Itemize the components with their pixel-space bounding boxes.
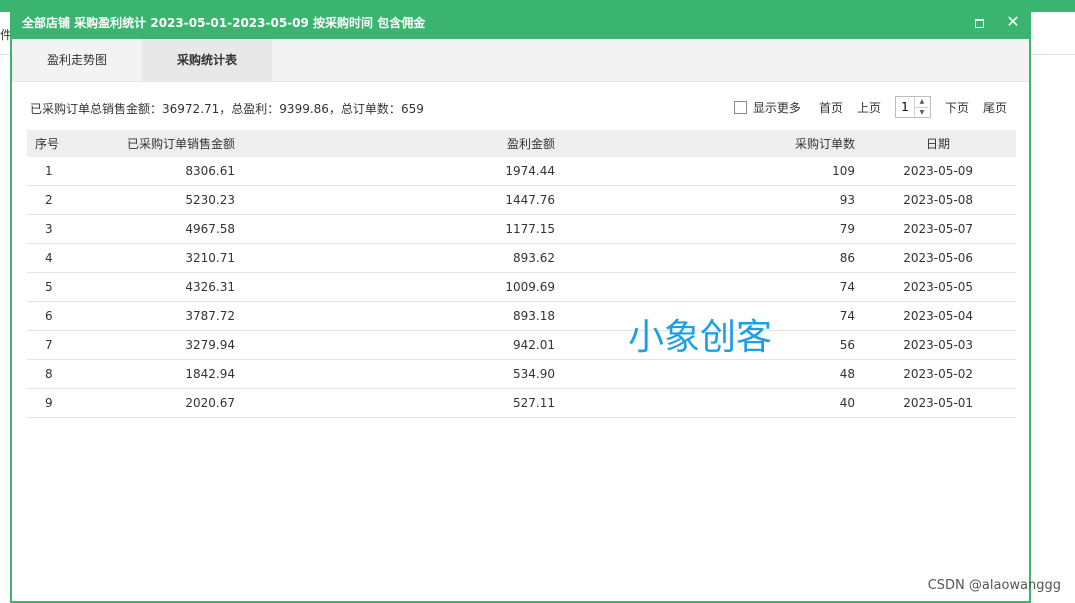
maximize-icon [975, 19, 984, 28]
page-number-stepper[interactable]: ▲ ▼ [894, 96, 931, 118]
table-row[interactable]: 9 2020.67 527.11 40 2023-05-01 [27, 389, 1016, 418]
cell-date: 2023-05-09 [903, 164, 973, 178]
csdn-watermark: CSDN @alaowanggg [927, 578, 1061, 593]
table-row[interactable]: 3 4967.58 1177.15 79 2023-05-07 [27, 215, 1016, 244]
spin-up-icon[interactable]: ▲ [914, 97, 929, 108]
cell-date: 2023-05-06 [903, 251, 973, 265]
show-more-label[interactable]: 显示更多 [753, 99, 801, 116]
cell-index: 3 [45, 222, 53, 236]
cell-profit: 534.90 [513, 367, 555, 381]
cell-date: 2023-05-08 [903, 193, 973, 207]
close-icon: ✕ [1006, 12, 1020, 31]
pager: 显示更多 首页 上页 ▲ ▼ 下页 尾页 [733, 96, 1007, 118]
table-row[interactable]: 2 5230.23 1447.76 93 2023-05-08 [27, 186, 1016, 215]
table-row[interactable]: 5 4326.31 1009.69 74 2023-05-05 [27, 273, 1016, 302]
cell-sales: 4326.31 [185, 280, 235, 294]
tab-purchase-stats[interactable]: 采购统计表 [142, 39, 272, 81]
table-header: 序号 已采购订单销售金额 盈利金额 采购订单数 日期 [27, 130, 1016, 157]
cell-sales: 3787.72 [185, 309, 235, 323]
cell-sales: 8306.61 [185, 164, 235, 178]
cell-profit: 942.01 [513, 338, 555, 352]
cell-sales: 5230.23 [185, 193, 235, 207]
cell-profit: 1447.76 [505, 193, 555, 207]
prev-page-button[interactable]: 上页 [857, 99, 881, 116]
cell-profit: 893.18 [513, 309, 555, 323]
cell-orders: 40 [839, 396, 855, 410]
cell-index: 4 [45, 251, 53, 265]
cell-sales: 3210.71 [185, 251, 235, 265]
spin-down-icon[interactable]: ▼ [915, 108, 929, 118]
table-row[interactable]: 8 1842.94 534.90 48 2023-05-02 [27, 360, 1016, 389]
cell-date: 2023-05-07 [903, 222, 973, 236]
cell-date: 2023-05-02 [903, 367, 973, 381]
column-header-date[interactable]: 日期 [855, 135, 1016, 152]
summary-sales-value: 36972.71 [162, 102, 220, 116]
cell-index: 2 [45, 193, 53, 207]
table-row[interactable]: 6 3787.72 893.18 74 2023-05-04 [27, 302, 1016, 331]
cell-sales: 1842.94 [185, 367, 235, 381]
cell-profit: 1177.15 [505, 222, 555, 236]
column-header-profit[interactable]: 盈利金额 [245, 135, 555, 152]
cell-orders: 48 [839, 367, 855, 381]
cell-index: 9 [45, 396, 53, 410]
cell-index: 5 [45, 280, 53, 294]
cell-profit: 1009.69 [505, 280, 555, 294]
summary-sales-label: 已采购订单总销售金额： [30, 102, 163, 116]
brand-watermark: 小象创客 [628, 317, 773, 358]
cell-index: 8 [45, 367, 53, 381]
column-header-index[interactable]: 序号 [27, 135, 115, 152]
page-number-input[interactable] [895, 100, 914, 114]
table-row[interactable]: 4 3210.71 893.62 86 2023-05-06 [27, 244, 1016, 273]
summary-orders-label: ，总订单数： [328, 102, 401, 116]
summary-orders-value: 659 [400, 102, 424, 116]
cell-sales: 3279.94 [185, 338, 235, 352]
page-spinner: ▲ ▼ [913, 97, 929, 118]
cell-profit: 527.11 [513, 396, 555, 410]
purchase-profit-dialog: 全部店铺 采购盈利统计 2023-05-01-2023-05-09 按采购时间 … [10, 3, 1031, 603]
cell-index: 6 [45, 309, 53, 323]
summary-profit-value: 9399.86 [279, 102, 329, 116]
cell-date: 2023-05-05 [903, 280, 973, 294]
cell-orders: 79 [839, 222, 855, 236]
dialog-title: 全部店铺 采购盈利统计 2023-05-01-2023-05-09 按采购时间 … [22, 15, 426, 30]
cell-profit: 1974.44 [505, 164, 555, 178]
cell-orders: 74 [839, 280, 855, 294]
cell-index: 7 [45, 338, 53, 352]
cell-sales: 4967.58 [185, 222, 235, 236]
cell-profit: 893.62 [513, 251, 555, 265]
last-page-button[interactable]: 尾页 [983, 99, 1007, 116]
cell-sales: 2020.67 [185, 396, 235, 410]
column-header-sales[interactable]: 已采购订单销售金额 [115, 135, 245, 152]
cell-date: 2023-05-04 [903, 309, 973, 323]
first-page-button[interactable]: 首页 [819, 99, 843, 116]
show-more-checkbox[interactable] [733, 100, 747, 114]
table-row[interactable]: 7 3279.94 942.01 56 2023-05-03 [27, 331, 1016, 360]
tab-profit-trend[interactable]: 盈利走势图 [12, 39, 142, 81]
next-page-button[interactable]: 下页 [945, 99, 969, 116]
close-button[interactable]: ✕ [1005, 14, 1021, 30]
column-header-orders[interactable]: 采购订单数 [555, 135, 855, 152]
maximize-button[interactable] [971, 14, 987, 30]
cell-orders: 93 [839, 193, 855, 207]
dialog-titlebar[interactable]: 全部店铺 采购盈利统计 2023-05-01-2023-05-09 按采购时间 … [12, 5, 1029, 39]
purchase-stats-table: 序号 已采购订单销售金额 盈利金额 采购订单数 日期 1 8306.61 197… [27, 130, 1016, 418]
table-row[interactable]: 1 8306.61 1974.44 109 2023-05-09 [27, 157, 1016, 186]
cell-index: 1 [45, 164, 53, 178]
cell-orders: 109 [832, 164, 855, 178]
summary-profit-label: ，总盈利： [219, 102, 280, 116]
summary-text: 已采购订单总销售金额：36972.71，总盈利：9399.86，总订单数：659 [30, 100, 424, 117]
tab-bar: 盈利走势图 采购统计表 [12, 39, 1029, 82]
summary-toolbar: 已采购订单总销售金额：36972.71，总盈利：9399.86，总订单数：659… [12, 82, 1029, 130]
cell-orders: 86 [839, 251, 855, 265]
cell-date: 2023-05-03 [903, 338, 973, 352]
cell-date: 2023-05-01 [903, 396, 973, 410]
